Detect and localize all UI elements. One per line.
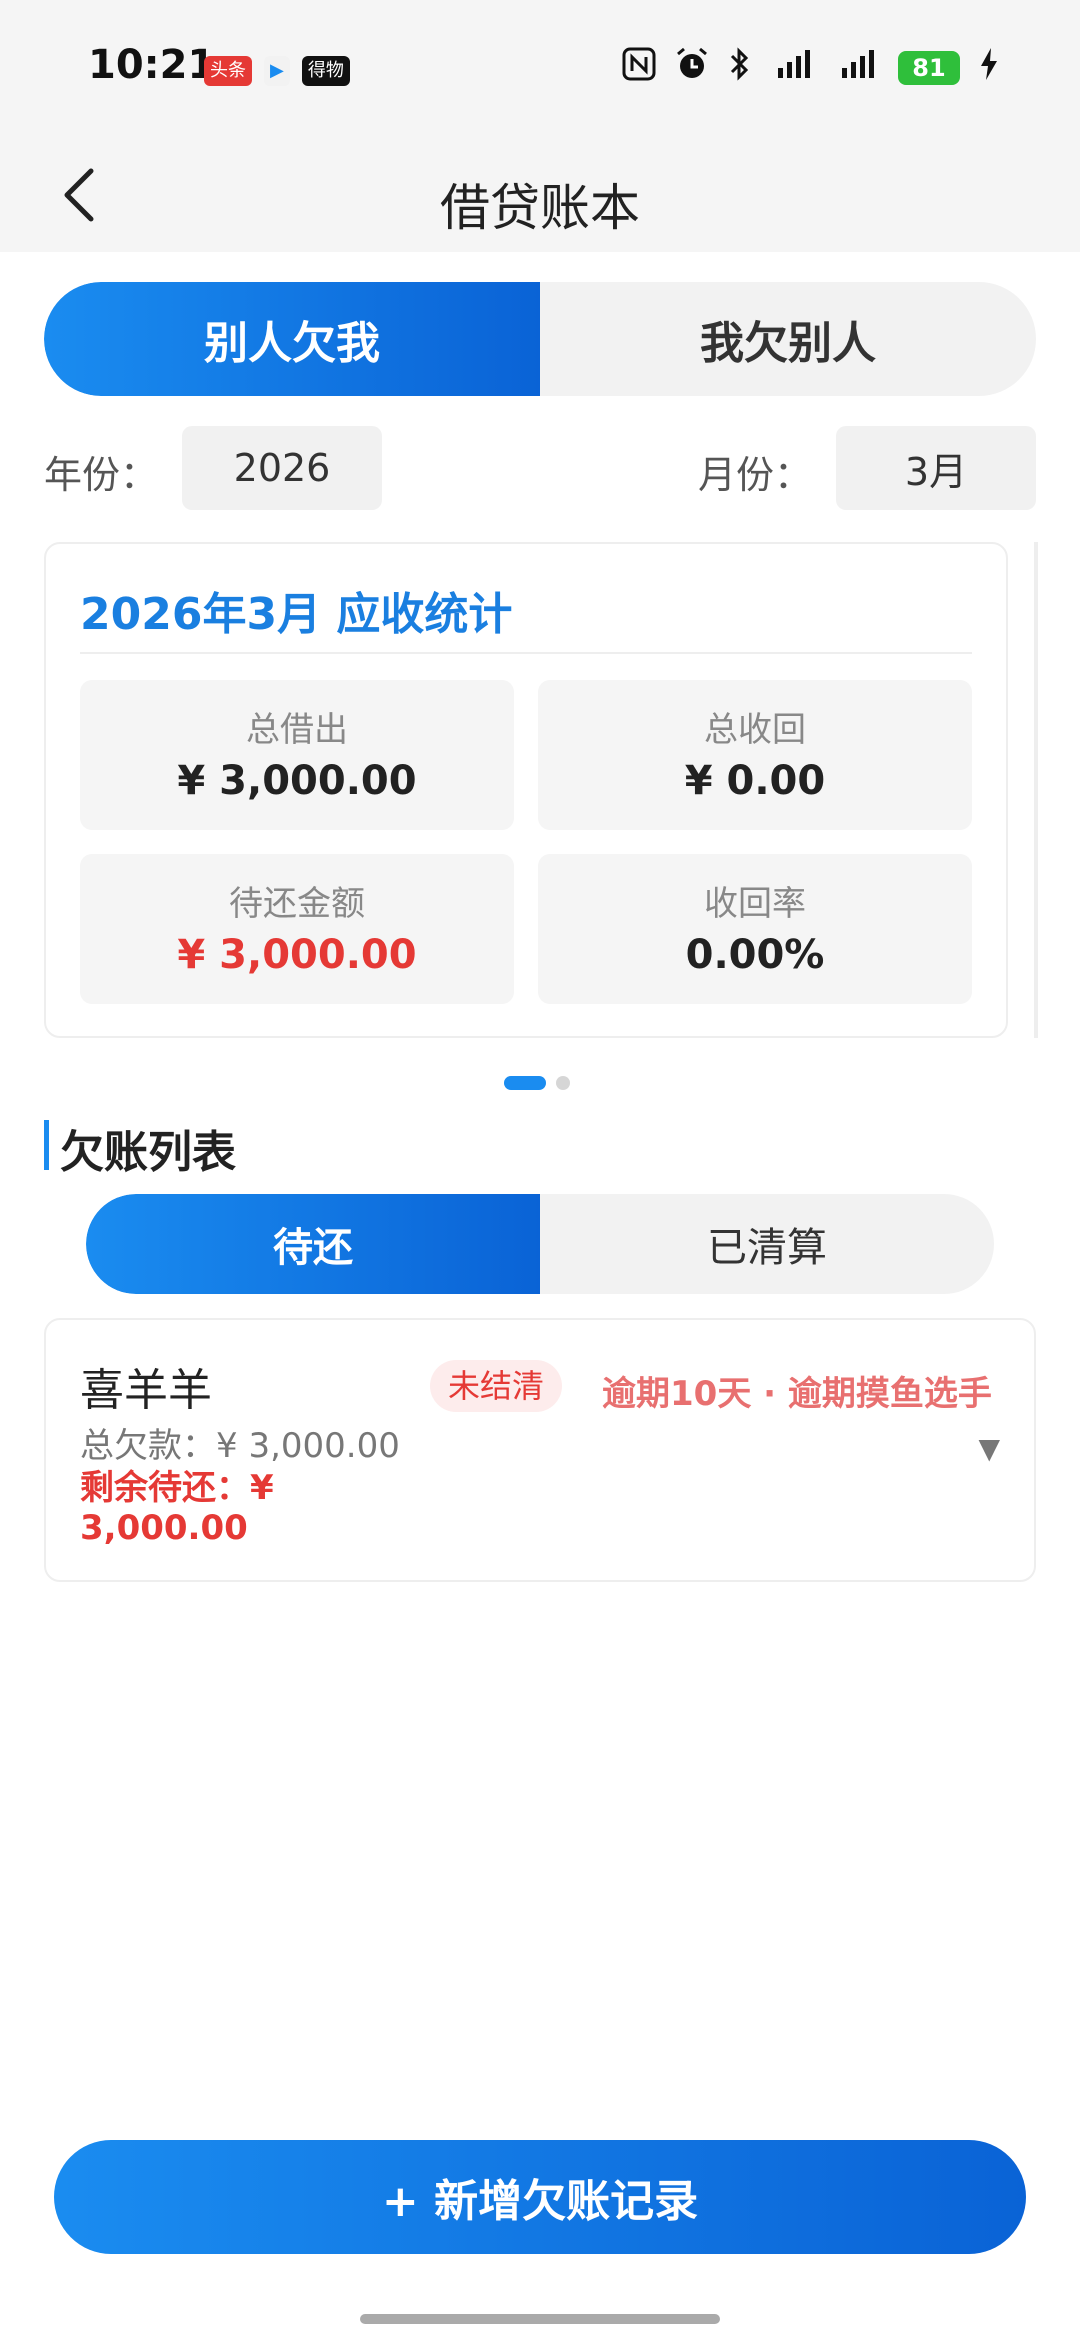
stat-label: 收回率 [704, 884, 806, 924]
page-title: 借贷账本 [440, 179, 640, 237]
home-indicator[interactable] [360, 2314, 720, 2324]
stat-total-recovered: 总收回 ¥ 0.00 [538, 680, 972, 830]
nfc-icon [622, 47, 656, 88]
stat-value: ¥ 3,000.00 [177, 758, 417, 804]
month-label: 月份： [698, 453, 813, 497]
stat-label: 总收回 [704, 710, 806, 750]
overdue-text: 逾期10天 · 逾期摸鱼选手 [602, 1374, 992, 1414]
stat-pending: 待还金额 ¥ 3,000.00 [80, 854, 514, 1004]
stat-value: ¥ 0.00 [684, 758, 826, 804]
section-title: 欠账列表 [60, 1127, 236, 1178]
stat-total-lent: 总借出 ¥ 3,000.00 [80, 680, 514, 830]
signal-4g-icon [770, 46, 816, 89]
remaining-debt: 剩余待还：¥ 3,000.00 [80, 1468, 274, 1548]
total-debt: 总欠款：¥ 3,000.00 [80, 1426, 400, 1466]
bluetooth-icon [728, 46, 752, 89]
list-tabs: 待还 已清算 [86, 1194, 994, 1294]
carousel-dot-active[interactable] [504, 1076, 546, 1090]
stats-title: 2026年3月 应收统计 [80, 589, 513, 640]
debtor-name: 喜羊羊 [80, 1365, 212, 1416]
battery-indicator: 81 [898, 50, 960, 85]
status-app-icons: 头条 ▶ 得物 [204, 56, 350, 86]
status-time: 10:21 [88, 42, 216, 88]
dewu-icon: 得物 [301, 56, 350, 86]
stat-value: 0.00% [685, 932, 825, 978]
status-badge: 未结清 [430, 1360, 563, 1412]
stat-label: 总借出 [246, 710, 348, 750]
status-bar: 10:21 头条 ▶ 得物 81 [0, 0, 1080, 140]
section-accent-bar [44, 1120, 49, 1170]
video-app-icon: ▶ [264, 56, 290, 86]
charging-icon [978, 46, 1000, 89]
stat-recovery-rate: 收回率 0.00% [538, 854, 972, 1004]
carousel-indicator [504, 1076, 570, 1090]
tab-i-owe-others[interactable]: 我欠别人 [540, 282, 1036, 396]
alarm-icon [674, 46, 710, 89]
tab-pending[interactable]: 待还 [86, 1194, 540, 1294]
tab-settled[interactable]: 已清算 [540, 1194, 994, 1294]
toutiao-icon: 头条 [204, 56, 252, 86]
month-select[interactable]: 3月 [836, 426, 1036, 510]
signal-4g-icon-2 [834, 46, 880, 89]
mode-tabs: 别人欠我 我欠别人 [44, 282, 1036, 396]
stats-card: 2026年3月 应收统计 总借出 ¥ 3,000.00 总收回 ¥ 0.00 待… [44, 542, 1008, 1038]
nav-bar: 借贷账本 [0, 140, 1080, 252]
carousel-dot[interactable] [556, 1076, 570, 1090]
stat-value: ¥ 3,000.00 [177, 932, 417, 978]
year-label: 年份： [44, 453, 159, 497]
divider [80, 652, 972, 654]
next-card-peek[interactable] [1034, 542, 1038, 1038]
expand-icon[interactable]: ▼ [978, 1432, 1000, 1465]
status-indicators: 81 [622, 46, 1000, 89]
stat-label: 待还金额 [229, 884, 365, 924]
debt-list-item[interactable]: 喜羊羊 未结清 逾期10天 · 逾期摸鱼选手 总欠款：¥ 3,000.00 剩余… [44, 1318, 1036, 1582]
year-select[interactable]: 2026 [182, 426, 382, 510]
add-debt-button[interactable]: + 新增欠账记录 [54, 2140, 1026, 2254]
tab-others-owe-me[interactable]: 别人欠我 [44, 282, 540, 396]
